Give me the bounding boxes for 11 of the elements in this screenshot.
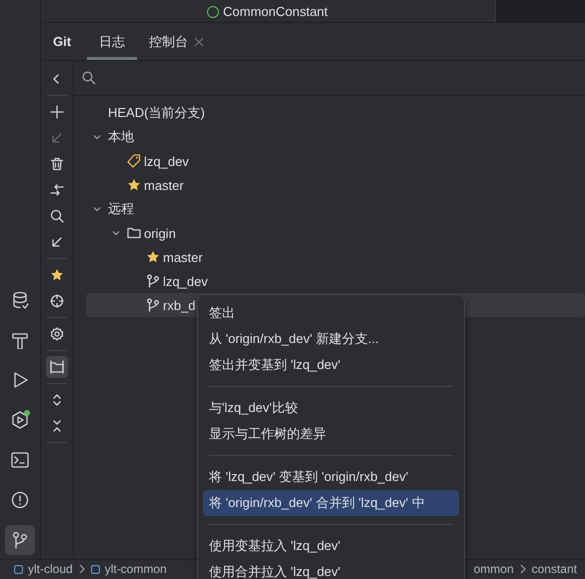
branch-label: HEAD(当前分支) <box>108 104 205 122</box>
branch-label: 本地 <box>108 128 134 146</box>
branch-label: 远程 <box>108 200 134 218</box>
branch-label: lzq_dev <box>144 154 189 168</box>
branch-label: master <box>144 178 184 192</box>
tab-title: CommonConstant <box>223 4 328 19</box>
branch-label: rxb_d <box>163 298 196 312</box>
branch-label: master <box>163 250 203 264</box>
tool-window-title: Git <box>53 34 72 49</box>
branch-label: origin <box>144 226 176 240</box>
branch-label: lzq_dev <box>163 274 208 288</box>
